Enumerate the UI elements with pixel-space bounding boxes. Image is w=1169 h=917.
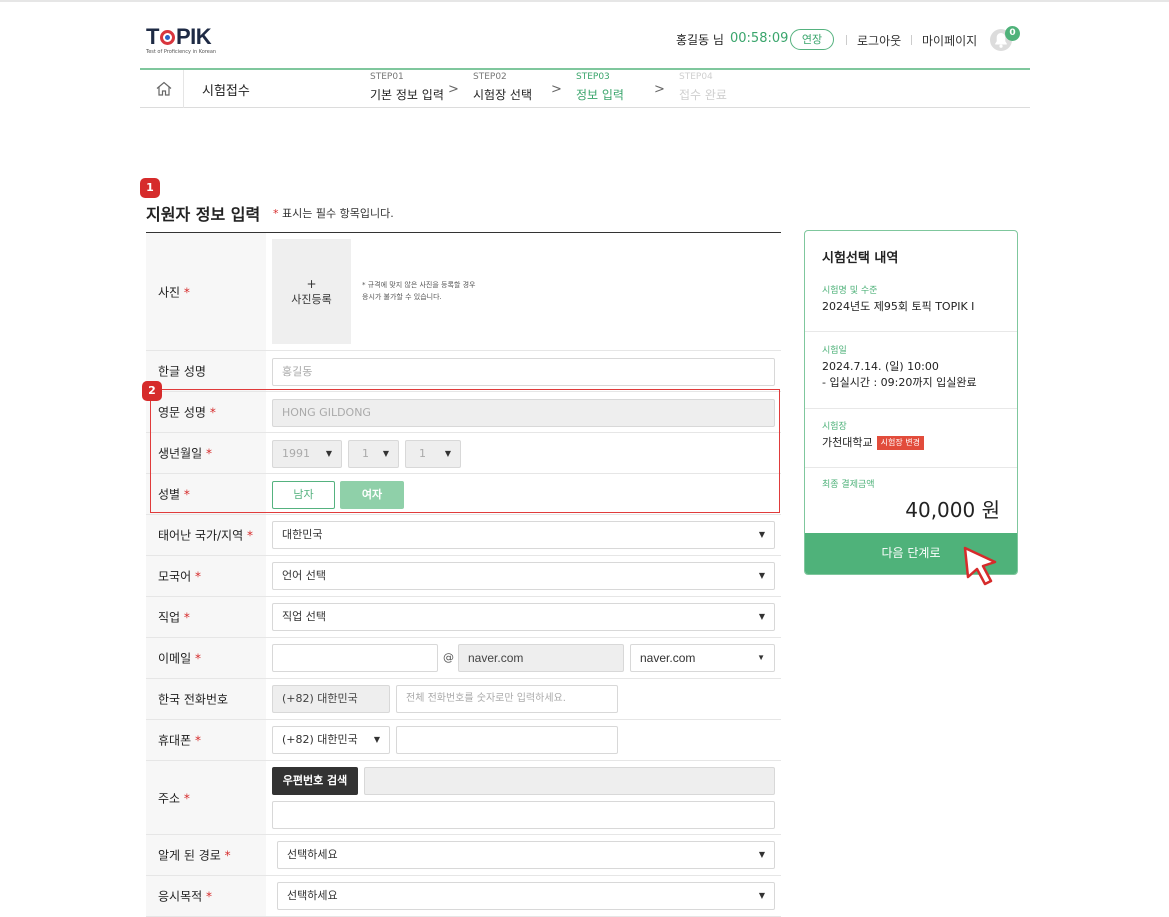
pointer-arrow-icon: [962, 545, 998, 595]
summary-title: 시험선택 내역: [822, 251, 899, 266]
logo-subtitle: Test of Proficiency in Korean: [146, 49, 217, 55]
payment-amount: 40,000 원: [905, 498, 1000, 522]
venue-change-button[interactable]: 시험장 변경: [876, 436, 924, 450]
logo-o-mark: [159, 30, 175, 45]
step-navigation: 시험접수 STEP01 기본 정보 입력 > STEP02 시험장 선택 > S…: [140, 68, 1030, 108]
chevron-right-icon: >: [551, 82, 562, 97]
korean-name-input[interactable]: 홍길동: [272, 358, 775, 386]
dropdown-arrow-icon: ▼: [758, 850, 765, 859]
summary-divider: [805, 467, 1017, 468]
form-row-mobile: 휴대폰 * (+82) 대한민국 ▼: [146, 720, 781, 761]
session-timer: 00:58:09: [730, 31, 789, 46]
email-domain-select[interactable]: naver.com ▼: [630, 644, 775, 672]
dropdown-arrow-icon: ▼: [758, 612, 765, 621]
notification-badge: 0: [1005, 26, 1020, 41]
native-language-select[interactable]: 언어 선택 ▼: [272, 562, 775, 590]
email-at-sign: @: [443, 651, 454, 664]
email-id-input[interactable]: [272, 644, 438, 672]
top-border: [0, 0, 1169, 2]
mobile-number-input[interactable]: [396, 726, 618, 754]
occupation-select[interactable]: 직업 선택 ▼: [272, 603, 775, 631]
header-divider: [911, 35, 912, 45]
form-row-native-language: 모국어 * 언어 선택 ▼: [146, 556, 781, 597]
exam-summary-panel: 시험선택 내역 시험명 및 수준 2024년도 제95회 토픽 TOPIK I …: [804, 230, 1018, 575]
annotation-marker-1: 1: [140, 178, 160, 198]
exam-date-key: 시험일: [822, 346, 847, 356]
form-row-referral-source: 알게 된 경로 * 선택하세요 ▼: [146, 835, 781, 876]
korea-phone-input[interactable]: 전체 전화번호를 숫자로만 입력하세요.: [396, 685, 618, 713]
chevron-right-icon: >: [448, 82, 459, 97]
photo-upload-button[interactable]: + 사진등록: [272, 239, 351, 344]
chevron-right-icon: >: [654, 82, 665, 97]
step-01: STEP01 기본 정보 입력: [370, 72, 444, 102]
form-row-photo: 사진 * + 사진등록 * 규격에 맞지 않은 사진을 등록할 경우 응시가 불…: [146, 233, 781, 351]
home-icon[interactable]: [140, 70, 184, 108]
step-04: STEP04 접수 완료: [679, 72, 727, 102]
dropdown-arrow-icon: ▼: [758, 530, 765, 539]
form-row-birth-country: 태어난 국가/지역 * 대한민국 ▼: [146, 515, 781, 556]
logout-link[interactable]: 로그아웃: [857, 32, 901, 49]
form-row-email: 이메일 * @ naver.com naver.com ▼: [146, 638, 781, 679]
payment-key: 최종 결제금액: [822, 480, 875, 490]
photo-note: * 규격에 맞지 않은 사진을 등록할 경우 응시가 불가할 수 있습니다.: [362, 281, 476, 301]
zipcode-search-button[interactable]: 우편번호 검색: [272, 767, 358, 795]
referral-source-select[interactable]: 선택하세요 ▼: [277, 841, 775, 869]
mypage-link[interactable]: 마이페이지: [922, 32, 977, 49]
summary-divider: [805, 408, 1017, 409]
exam-name-key: 시험명 및 수준: [822, 286, 878, 296]
form-row-korean-name: 한글 성명 홍길동: [146, 351, 781, 392]
header-divider: [846, 35, 847, 45]
exam-purpose-select[interactable]: 선택하세요 ▼: [277, 882, 775, 910]
summary-divider: [805, 331, 1017, 332]
dropdown-arrow-icon: ▼: [758, 891, 765, 900]
korea-phone-country: (+82) 대한민국: [272, 685, 390, 713]
form-row-occupation: 직업 * 직업 선택 ▼: [146, 597, 781, 638]
exam-date-value: 2024.7.14. (일) 10:00: [822, 360, 939, 373]
dropdown-arrow-icon: ▼: [373, 735, 380, 744]
form-row-address: 주소 * 우편번호 검색: [146, 761, 781, 835]
email-domain-input[interactable]: naver.com: [458, 644, 624, 672]
step-03: STEP03 정보 입력: [576, 72, 624, 102]
exam-entry-time: - 입실시간 : 09:20까지 입실완료: [822, 376, 977, 389]
address-base-input[interactable]: [364, 767, 775, 795]
dropdown-arrow-icon: ▼: [757, 653, 765, 662]
user-name: 홍길동 님: [676, 33, 724, 47]
form-row-exam-purpose: 응시목적 * 선택하세요 ▼: [146, 876, 781, 917]
venue-value: 가천대학교 시험장 변경: [822, 435, 924, 450]
exam-name-value: 2024년도 제95회 토픽 TOPIK I: [822, 300, 975, 313]
extend-button[interactable]: 연장: [790, 29, 834, 50]
step-02: STEP02 시험장 선택: [473, 72, 533, 102]
birth-country-select[interactable]: 대한민국 ▼: [272, 521, 775, 549]
topik-logo[interactable]: T PIK Test of Proficiency in Korean: [146, 26, 217, 56]
section-title: 지원자 정보 입력: [146, 205, 261, 224]
applicant-form: 사진 * + 사진등록 * 규격에 맞지 않은 사진을 등록할 경우 응시가 불…: [146, 232, 781, 917]
mobile-country-select[interactable]: (+82) 대한민국 ▼: [272, 726, 390, 754]
address-detail-input[interactable]: [272, 801, 775, 829]
required-note: * 표시는 필수 항목입니다.: [273, 207, 394, 220]
dropdown-arrow-icon: ▼: [758, 571, 765, 580]
nav-title: 시험접수: [202, 84, 250, 99]
annotation-marker-2: 2: [142, 381, 162, 401]
venue-key: 시험장: [822, 422, 847, 432]
form-row-korea-phone: 한국 전화번호 (+82) 대한민국 전체 전화번호를 숫자로만 입력하세요.: [146, 679, 781, 720]
highlight-box: [150, 389, 780, 513]
